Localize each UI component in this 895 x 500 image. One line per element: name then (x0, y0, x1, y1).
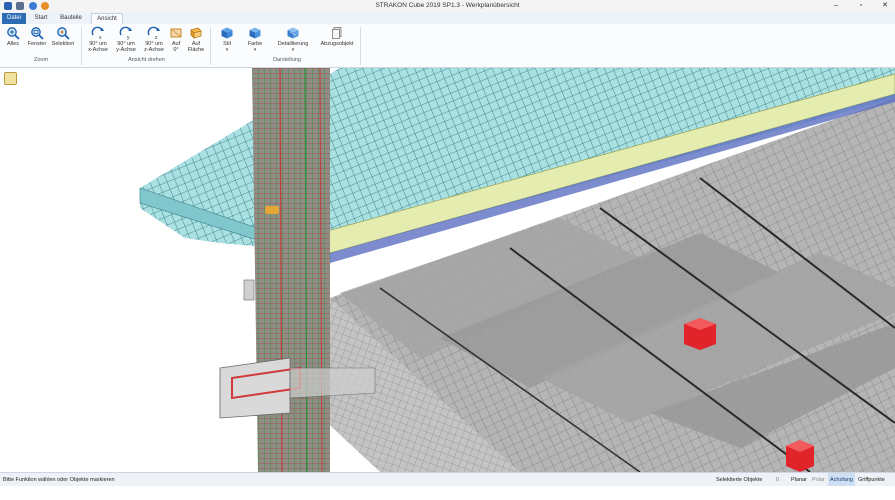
svg-text:x: x (99, 35, 102, 40)
tab-datei[interactable]: Datei (2, 13, 26, 24)
style-button[interactable]: Stil ▾ (216, 26, 238, 53)
color-button[interactable]: Farbe ▾ (244, 26, 266, 53)
rotate-z-label-2: z-Achse (144, 47, 164, 53)
zoom-selection-label: Selektion (51, 41, 75, 47)
snap-polar-toggle[interactable]: Polar (812, 473, 825, 487)
model-viewport[interactable] (0, 68, 895, 472)
navigation-cube-icon[interactable] (4, 72, 17, 85)
snap-planar-toggle[interactable]: Planar (791, 473, 807, 487)
hollow-block (684, 318, 716, 350)
rotate-z-icon: z (147, 26, 160, 40)
column-insert (243, 279, 255, 301)
zoom-window-label: Fenster (27, 41, 47, 47)
connector-part (265, 206, 279, 214)
snap-grip-toggle[interactable]: Griffpunkte (858, 473, 885, 487)
rotate-y-icon: y (119, 26, 132, 40)
view-face-icon (190, 27, 202, 39)
minimize-button[interactable]: – (830, 1, 842, 11)
rotate-x-icon: x (91, 26, 104, 40)
reinforcement-3d-model[interactable] (0, 68, 895, 472)
svg-text:z: z (155, 35, 158, 40)
view-plane-icon (170, 28, 182, 38)
deduct-object-icon (332, 27, 342, 39)
zoom-all-label: Alles (7, 41, 19, 47)
rotate-x-button[interactable]: x 90° um x-Achse (85, 26, 111, 53)
status-message: Bitte Funktion wählen oder Objekte marki… (3, 477, 115, 483)
zoom-window-icon (31, 27, 44, 40)
corbel-connection (289, 367, 376, 399)
zoom-all-icon (7, 27, 20, 40)
ribbon-separator (81, 27, 82, 65)
rotate-y-label-2: y-Achse (116, 47, 136, 53)
zoom-all-button[interactable]: Alles (3, 26, 23, 47)
zoom-selection-button[interactable]: Selektion (51, 26, 75, 47)
corbel-block (219, 357, 291, 419)
ribbon-separator (360, 27, 361, 65)
cube-style-icon (221, 27, 233, 39)
hollow-block (786, 440, 814, 472)
ribbon-separator (210, 27, 211, 65)
detail-cube-icon (287, 27, 299, 39)
zoom-selection-icon (57, 27, 70, 40)
deduct-object-button[interactable]: Abzugsobjekt (318, 26, 356, 47)
detail-button[interactable]: Detaillierung ▾ (274, 26, 312, 53)
title-bar: STRAKON Cube 2019 SP1.3 - Werkplanübersi… (0, 0, 895, 12)
ribbon: Alles Fenster Selektion Zoom x 90° um x-… (0, 24, 895, 68)
selected-objects-label: Selektierte Objekte (716, 477, 763, 483)
tab-start[interactable]: Start (30, 13, 52, 24)
display-group-label: Darstellung (273, 57, 301, 63)
selected-objects-count: 0 (776, 477, 780, 483)
view-face-label-2: Fläche (187, 47, 205, 53)
cube-color-icon (249, 27, 261, 39)
rotate-z-button[interactable]: z 90° um z-Achse (141, 26, 167, 53)
svg-text:y: y (127, 35, 130, 40)
zoom-group-label: Zoom (33, 57, 49, 63)
rotate-x-label-2: x-Achse (88, 47, 108, 53)
snap-axis-toggle[interactable]: Achsfang (828, 473, 855, 487)
rotate-y-button[interactable]: y 90° um y-Achse (113, 26, 139, 53)
window-title: STRAKON Cube 2019 SP1.3 - Werkplanübersi… (375, 2, 520, 9)
view-face-button[interactable]: Auf Fläche (186, 26, 206, 53)
bottom-margin (0, 486, 895, 500)
view-zero-button[interactable]: Auf 0° (167, 26, 185, 53)
tab-bauteile[interactable]: Bauteile (56, 13, 86, 24)
close-button[interactable]: ✕ (879, 1, 891, 11)
zoom-window-button[interactable]: Fenster (25, 26, 49, 47)
deduct-object-label: Abzugsobjekt (320, 41, 354, 47)
rotate-group-label: Ansicht drehen (128, 57, 165, 63)
view-zero-label-2: 0° (173, 47, 179, 53)
status-bar: Bitte Funktion wählen oder Objekte marki… (0, 472, 895, 487)
maximize-button[interactable]: ▫ (855, 1, 867, 11)
